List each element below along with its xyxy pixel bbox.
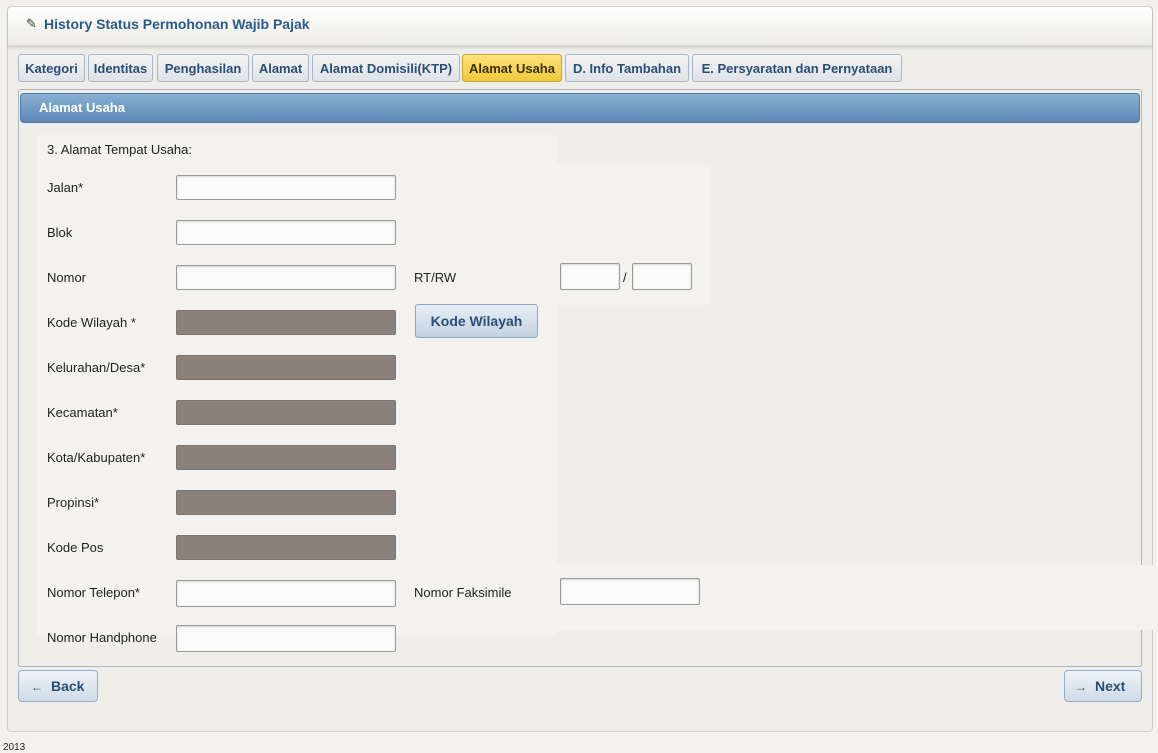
rtrw-separator: /	[623, 270, 627, 285]
back-label: Back	[51, 678, 85, 694]
kota-field	[176, 445, 396, 470]
tab-alamat[interactable]: Alamat	[252, 54, 309, 82]
telepon-label: Nomor Telepon*	[47, 585, 140, 600]
blok-input[interactable]	[176, 220, 396, 245]
tab-kategori[interactable]: Kategori	[18, 54, 85, 82]
tab-penghasilan[interactable]: Penghasilan	[157, 54, 249, 82]
section-title: 3. Alamat Tempat Usaha:	[47, 142, 193, 157]
kelurahan-label: Kelurahan/Desa*	[47, 360, 146, 375]
kode-wilayah-field	[176, 310, 396, 335]
next-button[interactable]: → Next	[1064, 670, 1142, 702]
kecamatan-label: Kecamatan*	[47, 405, 118, 420]
handphone-label: Nomor Handphone	[47, 630, 157, 645]
tab-info-tambahan[interactable]: D. Info Tambahan	[565, 54, 689, 82]
rw-input[interactable]	[632, 263, 692, 290]
footer-text: 2013	[3, 742, 26, 753]
kelurahan-field	[176, 355, 396, 380]
kode-pos-label: Kode Pos	[47, 540, 104, 555]
jalan-input[interactable]	[176, 175, 396, 200]
arrow-right-icon: →	[1075, 680, 1087, 694]
propinsi-label: Propinsi*	[47, 495, 100, 510]
main-window: ✎ History Status Permohonan Wajib Pajak …	[7, 6, 1154, 732]
jalan-label: Jalan*	[47, 180, 84, 195]
tab-alamat-usaha[interactable]: Alamat Usaha	[462, 54, 562, 82]
rt-input[interactable]	[560, 263, 620, 290]
kode-wilayah-button[interactable]: Kode Wilayah	[415, 304, 538, 338]
title-bar: ✎ History Status Permohonan Wajib Pajak	[8, 7, 1152, 46]
kode-wilayah-label: Kode Wilayah *	[47, 315, 136, 330]
faksimile-input[interactable]	[560, 578, 700, 605]
tab-persyaratan[interactable]: E. Persyaratan dan Pernyataan	[692, 54, 902, 82]
nomor-input[interactable]	[176, 265, 396, 290]
page-title: History Status Permohonan Wajib Pajak	[44, 16, 310, 32]
nomor-label: Nomor	[47, 270, 87, 285]
faksimile-label: Nomor Faksimile	[414, 585, 512, 600]
alamat-usaha-panel: Alamat Usaha 3. Alamat Tempat Usaha: Jal…	[18, 89, 1154, 667]
kota-label: Kota/Kabupaten*	[47, 450, 146, 465]
telepon-input[interactable]	[176, 580, 396, 607]
panel-header: Alamat Usaha	[20, 93, 1140, 123]
kecamatan-field	[176, 400, 396, 425]
rtrw-label: RT/RW	[414, 270, 457, 285]
next-label: Next	[1095, 678, 1126, 694]
edit-icon: ✎	[26, 16, 37, 31]
back-button[interactable]: ← Back	[18, 670, 98, 702]
arrow-left-icon: ←	[31, 680, 43, 694]
handphone-input[interactable]	[176, 625, 396, 652]
kode-pos-field	[176, 535, 396, 560]
propinsi-field	[176, 490, 396, 515]
blok-label: Blok	[47, 225, 73, 240]
tab-identitas[interactable]: Identitas	[88, 54, 153, 82]
tab-alamat-domisili[interactable]: Alamat Domisili(KTP)	[312, 54, 460, 82]
